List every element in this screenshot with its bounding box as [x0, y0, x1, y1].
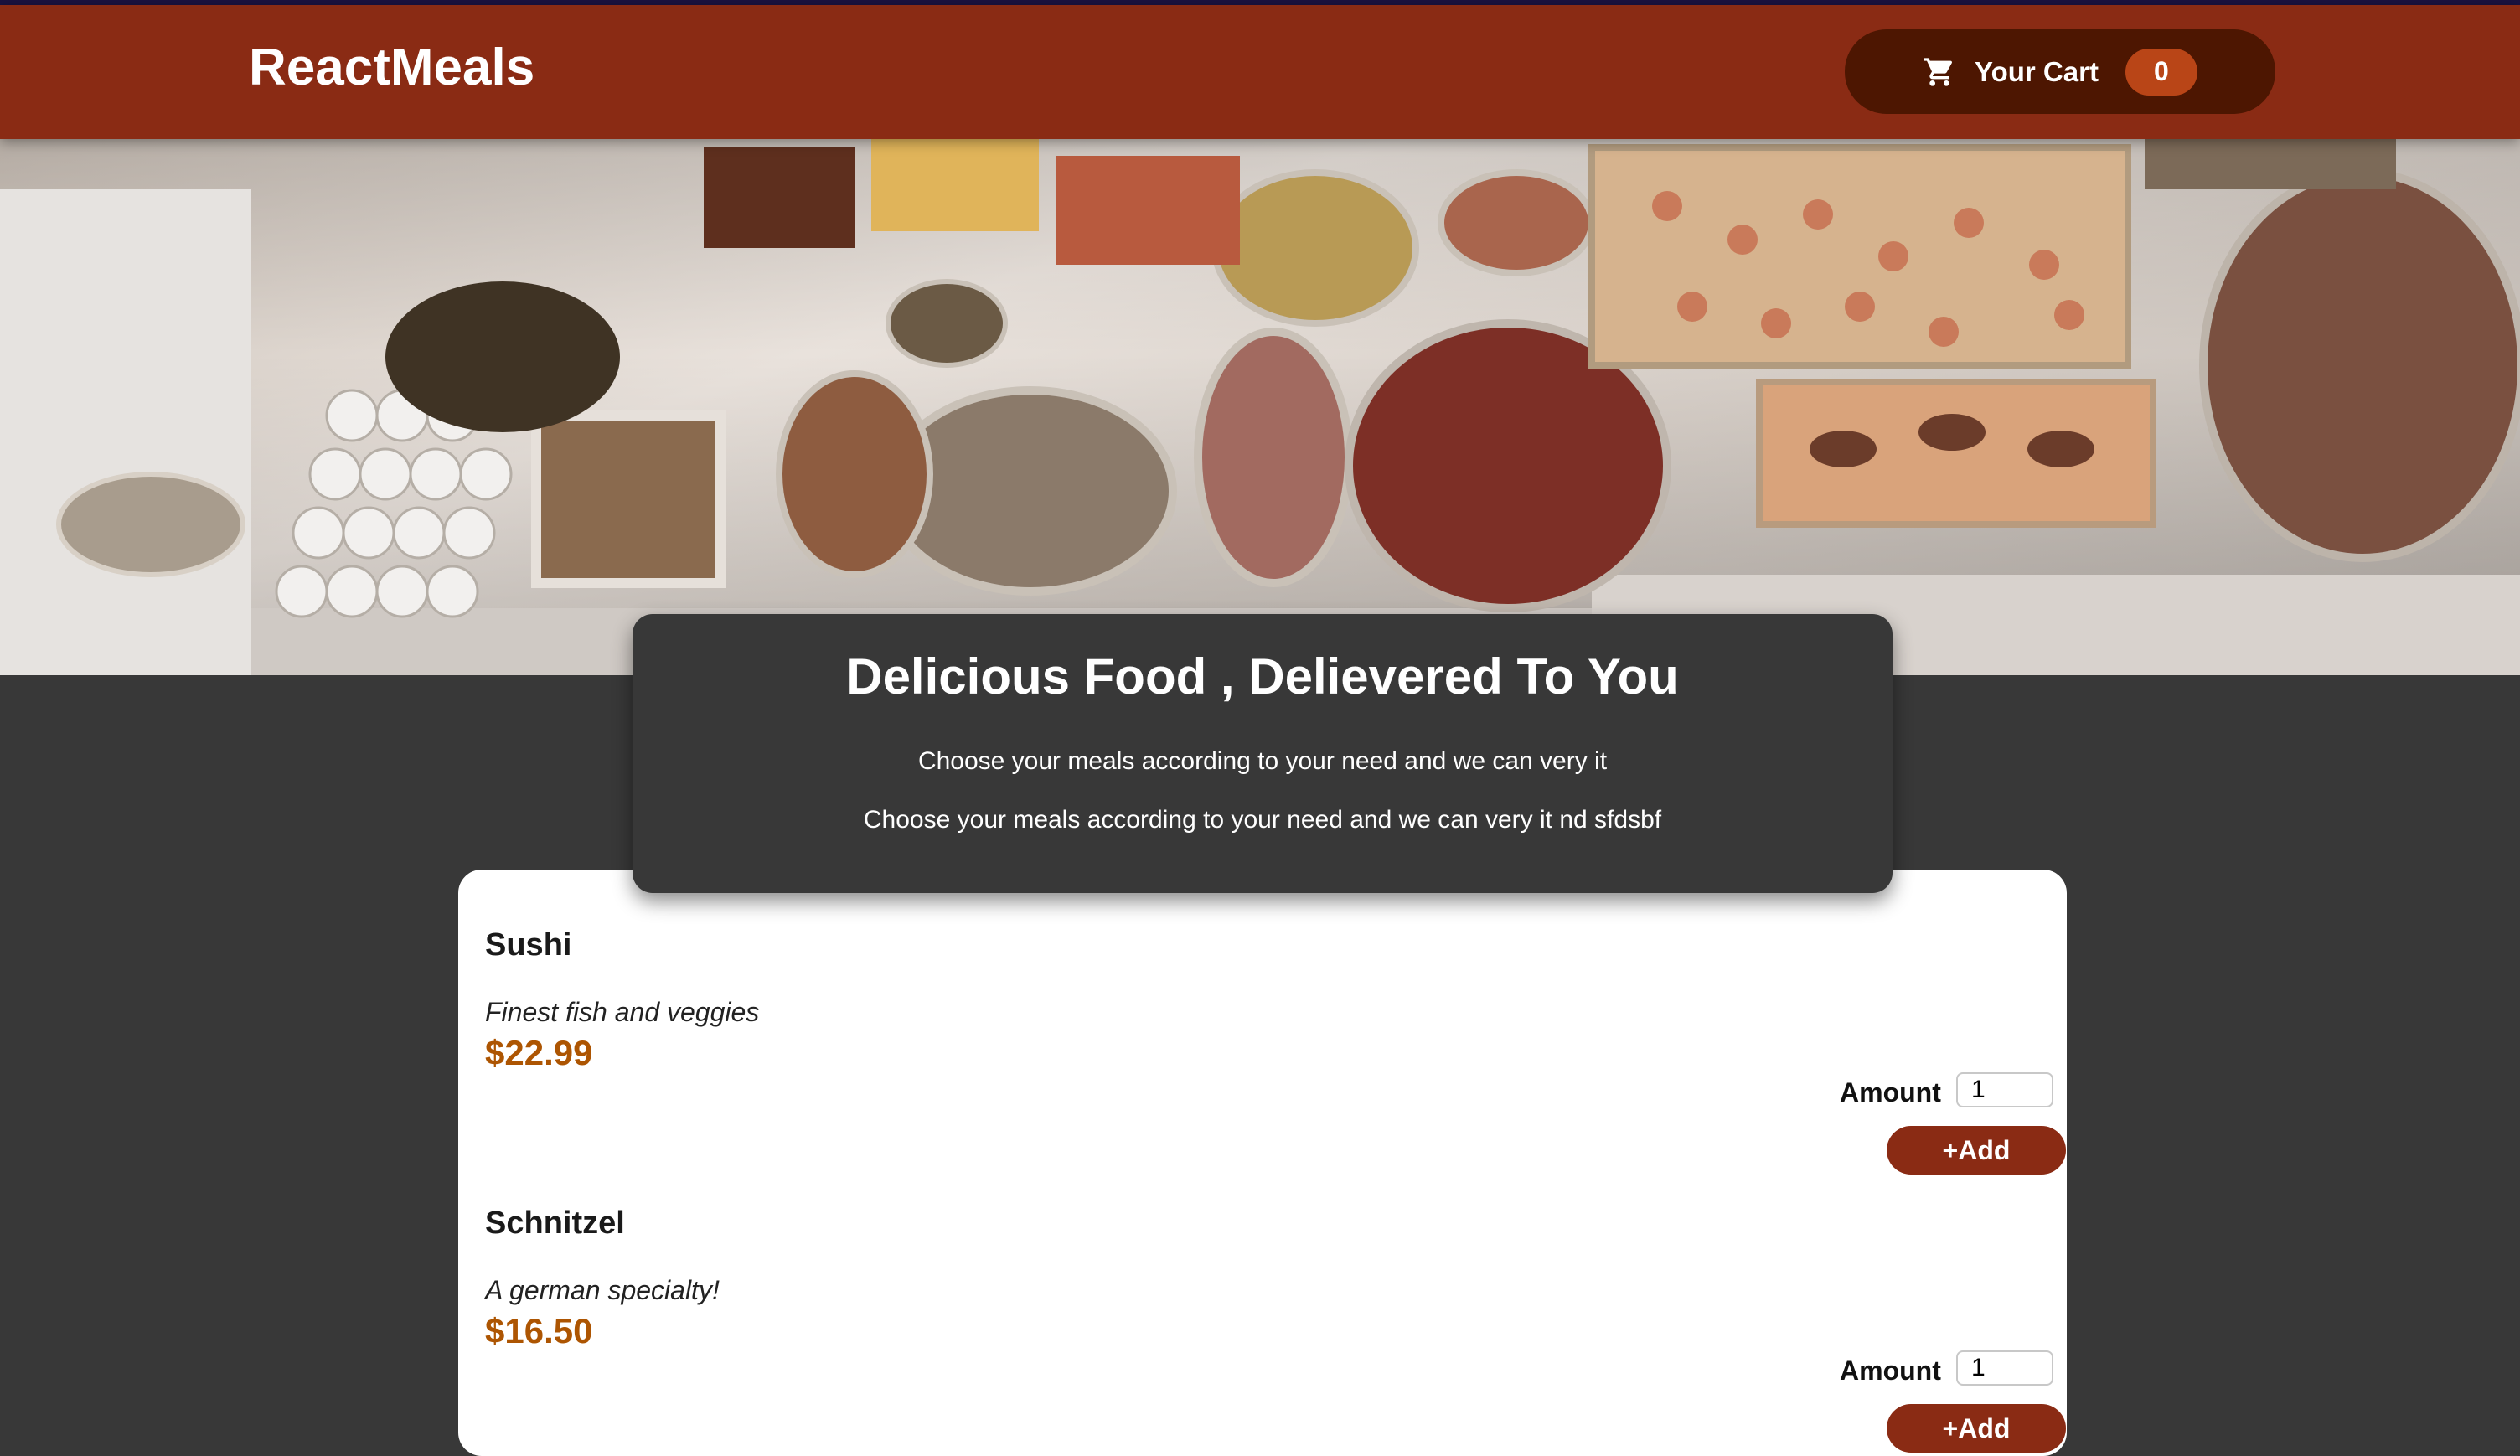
cart-button[interactable]: Your Cart 0: [1845, 29, 2275, 114]
meal-price: $16.50: [485, 1311, 593, 1350]
meal-item: Schnitzel A german specialty! $16.50 Amo…: [485, 1148, 2066, 1453]
amount-input[interactable]: [1956, 1350, 2053, 1386]
summary-card: Delicious Food , Delievered To You Choos…: [633, 614, 1893, 893]
summary-title: Delicious Food , Delievered To You: [846, 648, 1679, 705]
hero-food-image: [0, 139, 2520, 675]
app-header: ReactMeals Your Cart 0: [0, 5, 2520, 139]
cart-label: Your Cart: [1975, 55, 2099, 87]
cart-icon: [1924, 57, 1953, 86]
summary-text-1: Choose your meals according to your need…: [917, 747, 1608, 775]
amount-label: Amount: [1840, 1355, 1941, 1386]
app-logo: ReactMeals: [249, 39, 535, 96]
buffet-illustration: [0, 139, 2520, 675]
meals-list: Sushi Finest fish and veggies $22.99 Amo…: [458, 870, 2067, 1456]
meal-name: Sushi: [485, 927, 572, 963]
amount-label: Amount: [1840, 1077, 1941, 1107]
meal-price: $22.99: [485, 1033, 593, 1072]
add-button[interactable]: +Add: [1887, 1404, 2066, 1453]
summary-text-2: Choose your meals according to your need…: [863, 806, 1662, 834]
meal-item: Sushi Finest fish and veggies $22.99 Amo…: [485, 870, 2066, 1175]
meal-description: Finest fish and veggies: [485, 997, 760, 1027]
meal-name: Schnitzel: [485, 1206, 625, 1241]
cart-count-badge: 0: [2125, 48, 2197, 96]
meal-description: A german specialty!: [485, 1275, 720, 1305]
amount-input[interactable]: [1956, 1072, 2053, 1107]
